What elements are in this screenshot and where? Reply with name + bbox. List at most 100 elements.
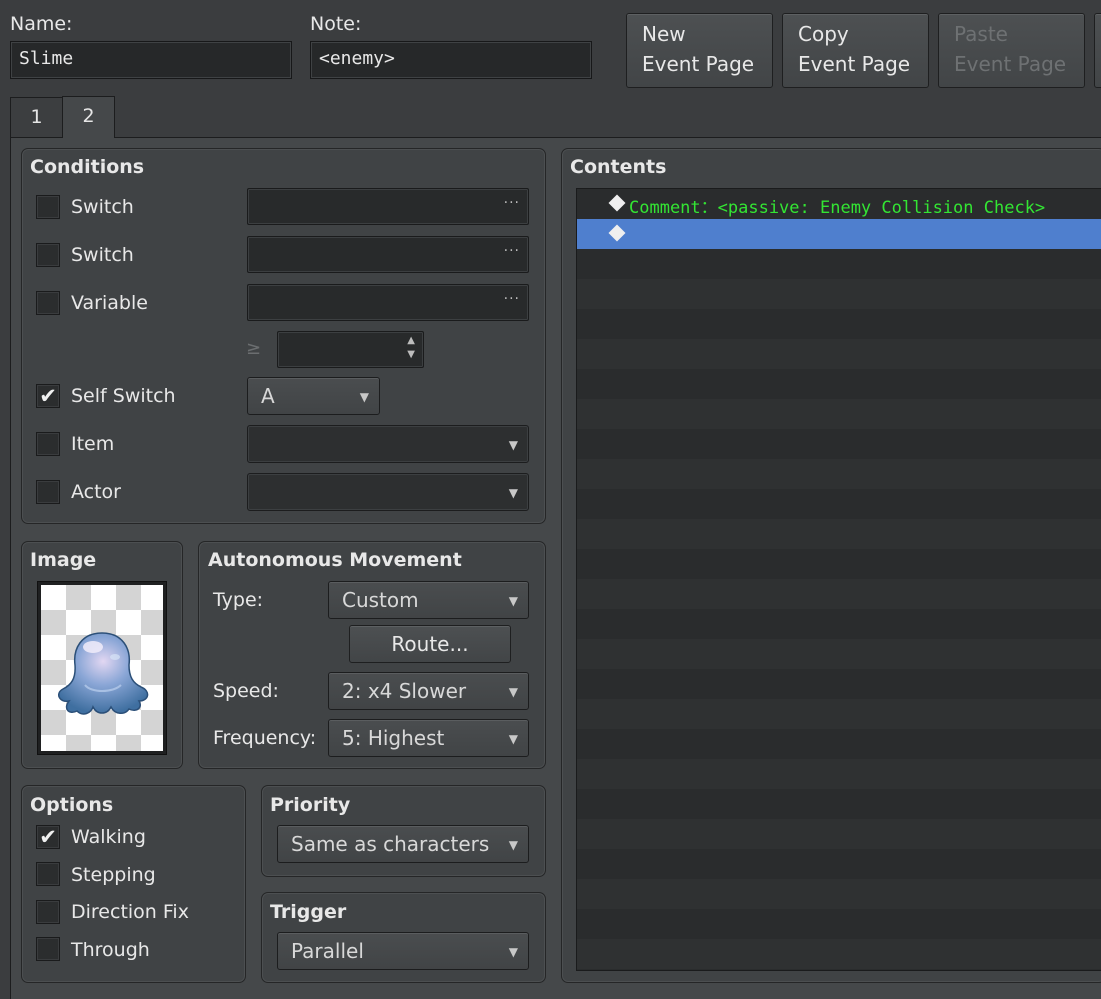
- spin-up-icon[interactable]: ▲: [407, 335, 415, 346]
- name-input[interactable]: Slime: [10, 41, 292, 79]
- trigger-value: Parallel: [291, 939, 364, 963]
- paste-event-page-line1: Paste: [954, 22, 1008, 46]
- comment-command-text: Comment：<passive: Enemy Collision Check>: [629, 198, 1046, 218]
- empty-row: [577, 459, 1101, 489]
- copy-event-page-line1: Copy: [798, 22, 849, 46]
- chevron-down-icon: ▼: [508, 594, 518, 608]
- priority-value: Same as characters: [291, 832, 490, 856]
- chevron-down-icon: ▼: [359, 390, 369, 404]
- tab-page-2[interactable]: 2: [62, 96, 115, 138]
- walking-label: Walking: [71, 826, 146, 848]
- walking-checkbox[interactable]: ✔: [36, 825, 60, 849]
- direction-fix-checkbox[interactable]: [36, 900, 60, 924]
- empty-row: [577, 489, 1101, 519]
- copy-event-page-button[interactable]: Copy Event Page: [782, 13, 929, 88]
- empty-row: [577, 369, 1101, 399]
- empty-row: [577, 609, 1101, 639]
- empty-row: [577, 819, 1101, 849]
- trigger-dropdown[interactable]: Parallel ▼: [277, 932, 529, 970]
- switch2-label: Switch: [71, 244, 134, 266]
- chevron-down-icon: ▼: [508, 732, 518, 746]
- movement-speed-value: 2: x4 Slower: [342, 679, 467, 703]
- movement-frequency-label: Frequency:: [213, 727, 317, 749]
- variable-label: Variable: [71, 292, 148, 314]
- actor-dropdown[interactable]: ▼: [247, 473, 529, 511]
- diamond-icon: [608, 224, 626, 242]
- movement-frequency-value: 5: Highest: [342, 726, 445, 750]
- empty-row: [577, 699, 1101, 729]
- empty-row: [577, 639, 1101, 669]
- switch1-checkbox[interactable]: [36, 195, 60, 219]
- item-checkbox[interactable]: [36, 432, 60, 456]
- empty-row: [577, 759, 1101, 789]
- self-switch-dropdown[interactable]: A ▼: [247, 377, 380, 415]
- movement-type-dropdown[interactable]: Custom ▼: [328, 581, 529, 619]
- clear-event-page-button[interactable]: [1094, 13, 1101, 88]
- image-title: Image: [30, 549, 97, 571]
- spin-down-icon[interactable]: ▼: [407, 349, 415, 360]
- chevron-down-icon: ▼: [508, 945, 518, 959]
- through-label: Through: [71, 939, 150, 961]
- stepping-label: Stepping: [71, 864, 156, 886]
- stepping-checkbox[interactable]: [36, 862, 60, 886]
- command-row-selected[interactable]: [577, 219, 1101, 249]
- image-preview[interactable]: [37, 581, 167, 755]
- empty-row: [577, 579, 1101, 609]
- chevron-down-icon: ▼: [508, 486, 518, 500]
- chevron-down-icon: ▼: [508, 685, 518, 699]
- empty-row: [577, 399, 1101, 429]
- movement-type-label: Type:: [213, 589, 264, 611]
- switch2-selector[interactable]: ···: [247, 236, 529, 273]
- chevron-down-icon: ▼: [508, 838, 518, 852]
- paste-event-page-button[interactable]: Paste Event Page: [938, 13, 1085, 88]
- new-event-page-line2: Event Page: [642, 52, 755, 76]
- through-checkbox[interactable]: [36, 937, 60, 961]
- empty-row: [577, 969, 1101, 970]
- variable-checkbox[interactable]: [36, 291, 60, 315]
- conditions-title: Conditions: [30, 156, 145, 178]
- new-event-page-line1: New: [642, 22, 686, 46]
- priority-dropdown[interactable]: Same as characters ▼: [277, 825, 529, 863]
- self-switch-value: A: [261, 384, 275, 408]
- note-label: Note:: [310, 13, 362, 35]
- note-input[interactable]: <enemy>: [310, 41, 592, 79]
- actor-checkbox[interactable]: [36, 480, 60, 504]
- movement-frequency-dropdown[interactable]: 5: Highest ▼: [328, 719, 529, 757]
- switch1-selector[interactable]: ···: [247, 188, 529, 225]
- new-event-page-button[interactable]: New Event Page: [626, 13, 773, 88]
- switch1-label: Switch: [71, 196, 134, 218]
- variable-value-spinner[interactable]: ▲ ▼: [277, 331, 424, 368]
- ellipsis-icon: ···: [503, 291, 520, 307]
- contents-title: Contents: [570, 156, 667, 178]
- name-label: Name:: [10, 13, 73, 35]
- empty-row: [577, 549, 1101, 579]
- empty-row: [577, 309, 1101, 339]
- empty-row: [577, 279, 1101, 309]
- empty-row: [577, 729, 1101, 759]
- slime-sprite: [58, 632, 149, 715]
- priority-title: Priority: [270, 794, 351, 816]
- self-switch-label: Self Switch: [71, 385, 176, 407]
- event-command-list[interactable]: Comment：<passive: Enemy Collision Check>: [576, 188, 1101, 971]
- empty-row: [577, 849, 1101, 879]
- variable-selector[interactable]: ···: [247, 284, 529, 321]
- movement-type-value: Custom: [342, 588, 419, 612]
- greater-equal-label: ≥: [246, 338, 262, 359]
- diamond-icon: [608, 194, 626, 212]
- ellipsis-icon: ···: [503, 243, 520, 259]
- autonomous-movement-title: Autonomous Movement: [208, 549, 462, 571]
- item-dropdown[interactable]: ▼: [247, 425, 529, 463]
- command-row[interactable]: Comment：<passive: Enemy Collision Check>: [577, 189, 1101, 219]
- actor-label: Actor: [71, 481, 121, 503]
- empty-row: [577, 429, 1101, 459]
- copy-event-page-line2: Event Page: [798, 52, 911, 76]
- movement-speed-dropdown[interactable]: 2: x4 Slower ▼: [328, 672, 529, 710]
- empty-row: [577, 339, 1101, 369]
- self-switch-checkbox[interactable]: ✔: [36, 384, 60, 408]
- switch2-checkbox[interactable]: [36, 243, 60, 267]
- route-button[interactable]: Route...: [349, 625, 511, 663]
- ellipsis-icon: ···: [503, 195, 520, 211]
- paste-event-page-line2: Event Page: [954, 52, 1067, 76]
- options-title: Options: [30, 794, 114, 816]
- tab-page-1[interactable]: 1: [10, 97, 63, 137]
